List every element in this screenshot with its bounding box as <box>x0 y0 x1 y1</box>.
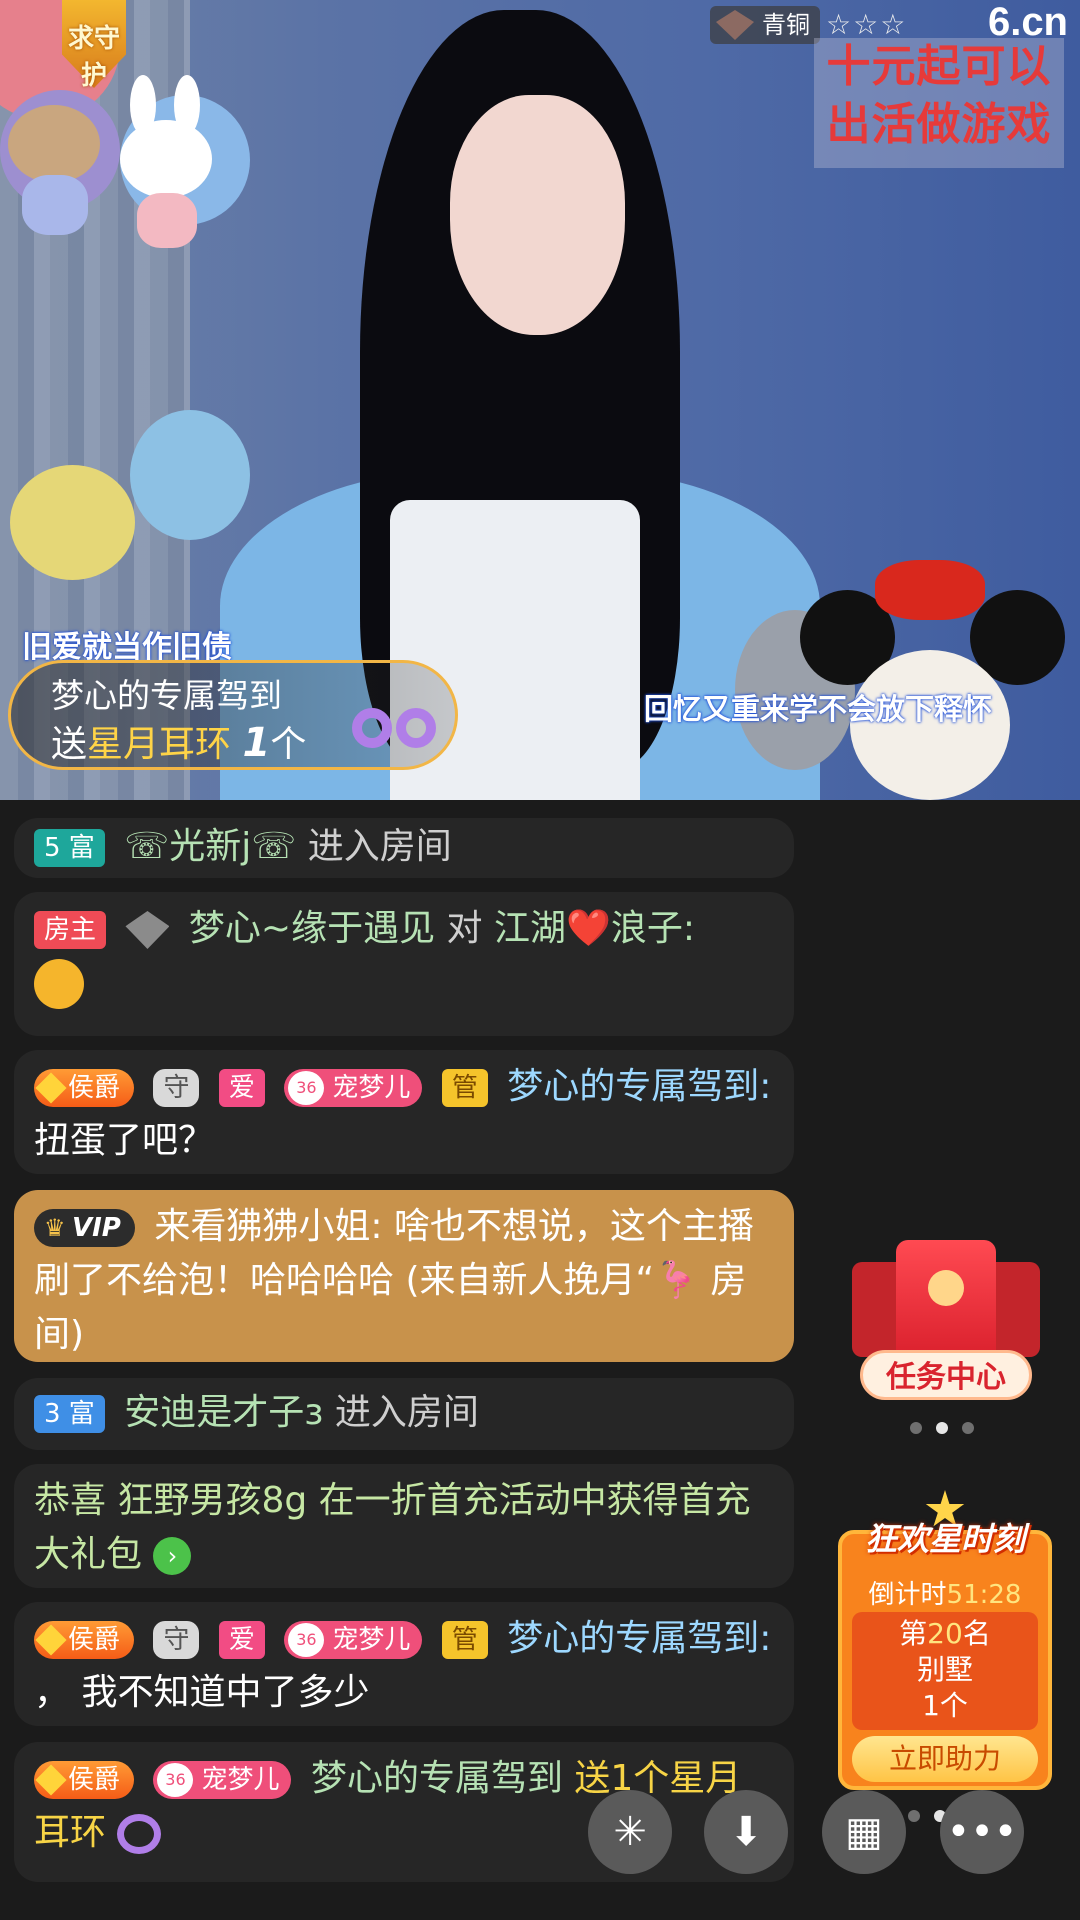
promo-line: 出活做游戏 <box>826 99 1052 150</box>
wealth-badge: 5 富 <box>34 829 105 867</box>
carnival-title: 狂欢星时刻 <box>864 1520 1025 1558</box>
download-icon[interactable]: ⬇ <box>704 1790 788 1874</box>
target-user-name[interactable]: 江湖❤️浪子: <box>494 908 695 949</box>
message-text: 恭喜 狂野男孩8g 在一折首充活动中获得首充大礼包 <box>34 1480 751 1575</box>
task-center-button[interactable]: 任务中心 <box>852 1232 1040 1402</box>
message-text: 进入房间 <box>334 1392 479 1433</box>
sparkle-icon[interactable]: ✳ <box>588 1790 672 1874</box>
gem-icon <box>716 10 754 40</box>
admin-badge: 管 <box>441 1069 488 1107</box>
anchor-level-tag[interactable]: 青铜 <box>710 6 820 44</box>
live-video[interactable]: 求守护 青铜 ☆☆☆ 6.cn 十元起可以 出活做游戏 旧爱就当作旧债 回忆又重… <box>0 0 1080 800</box>
promo-line: 十元起可以 <box>826 41 1052 92</box>
chat-message: 侯爵 守 爱 36 宠梦儿 管 梦心的专属驾到: ， 我不知道中了多少 <box>14 1602 794 1726</box>
level-label: 青铜 <box>762 11 810 39</box>
user-name[interactable]: 梦心的专属驾到: <box>507 1066 771 1107</box>
carnival-event-panel[interactable]: 狂欢星时刻 倒计时51:28 第20名 别墅 1个 立即助力 <box>838 1490 1052 1790</box>
user-name[interactable]: 梦心的专属驾到 <box>311 1758 563 1799</box>
prize-count: 1个 <box>922 1689 968 1722</box>
love-badge: 爱 <box>218 1069 265 1107</box>
gift-unit: 个 <box>270 724 307 765</box>
message-text: 进入房间 <box>307 826 452 867</box>
bear-plush <box>0 105 110 245</box>
user-name[interactable]: 安迪是才子ɜ <box>124 1392 323 1433</box>
earring-gift-icon <box>117 1814 162 1854</box>
user-name[interactable]: ☏光新j☏ <box>124 826 296 867</box>
message-text: 啥也不想说，这个主播刷了不给泡！哈哈哈哈 (来自新人挽月“🦩 房间) <box>34 1206 754 1355</box>
vip-badge: VIP <box>34 1209 135 1247</box>
level-stars: ☆☆☆ <box>826 8 908 41</box>
chat-message: 5 富 ☏光新j☏ 进入房间 <box>14 818 794 878</box>
duke-badge: 侯爵 <box>34 1069 135 1107</box>
wealth-badge: 3 富 <box>34 1395 105 1433</box>
prize-name: 别墅 <box>916 1653 973 1686</box>
fan-club-name: 宠梦儿 <box>332 1625 411 1655</box>
minnie-plush <box>780 560 1080 800</box>
carousel-dots <box>910 1422 974 1434</box>
chat-message-system: 恭喜 狂野男孩8g 在一折首充活动中获得首充大礼包 › <box>14 1464 794 1588</box>
message-text: 扭蛋了吧？ <box>34 1120 215 1161</box>
live-room: 求守护 青铜 ☆☆☆ 6.cn 十元起可以 出活做游戏 旧爱就当作旧债 回忆又重… <box>0 0 1080 1920</box>
chat-message: 3 富 安迪是才子ɜ 进入房间 <box>14 1378 794 1450</box>
more-icon[interactable]: ••• <box>940 1790 1024 1874</box>
admin-badge: 管 <box>441 1621 488 1659</box>
balloon-decoration <box>10 465 135 580</box>
user-name[interactable]: 梦心的专属驾到: <box>507 1618 771 1659</box>
guard-badge[interactable]: 求守护 <box>62 0 126 95</box>
chat-message: 侯爵 守 爱 36 宠梦儿 管 梦心的专属驾到: 扭蛋了吧？ <box>14 1050 794 1174</box>
yawn-emoji-icon <box>34 959 84 1009</box>
red-envelope-icon <box>896 1240 996 1365</box>
chat-message-vip: VIP 来看狒狒小姐: 啥也不想说，这个主播刷了不给泡！哈哈哈哈 (来自新人挽月… <box>14 1190 794 1362</box>
message-text: ， 我不知道中了多少 <box>34 1672 370 1713</box>
guard-badge-label: 求守护 <box>67 24 120 91</box>
fan-level: 36 <box>288 1623 325 1657</box>
user-name[interactable]: 梦心~缘于遇见 <box>189 908 435 949</box>
fan-level: 36 <box>288 1071 325 1105</box>
grid-icon[interactable]: ▦ <box>822 1790 906 1874</box>
gift-count: 1 <box>242 720 271 766</box>
fan-level: 36 <box>157 1763 194 1797</box>
promo-text-box: 十元起可以 出活做游戏 <box>814 38 1064 168</box>
fan-badge: 36 宠梦儿 <box>153 1761 292 1799</box>
gift-line: 送星月耳环 1个 <box>51 715 306 767</box>
chat-message: 侯爵 36 宠梦儿 梦心的专属驾到 送1个星月耳环 <box>14 1742 794 1882</box>
host-badge: 房主 <box>34 911 107 949</box>
countdown-value: 51:28 <box>946 1580 1022 1610</box>
task-center-label: 任务中心 <box>860 1350 1032 1400</box>
duke-badge: 侯爵 <box>34 1621 135 1659</box>
chat-message: 房主 梦心~缘于遇见 对 江湖❤️浪子: <box>14 892 794 1036</box>
fan-club-name: 宠梦儿 <box>332 1073 411 1103</box>
gift-sender: 梦心的专属驾到 <box>51 676 282 715</box>
fan-badge: 36 宠梦儿 <box>284 1069 423 1107</box>
chevron-right-icon[interactable]: › <box>153 1537 192 1575</box>
carnival-rank-box: 第20名 别墅 1个 <box>852 1612 1038 1730</box>
rank-value: 20 <box>927 1617 963 1650</box>
guard-badge: 守 <box>153 1069 200 1107</box>
fan-club-name: 宠梦儿 <box>201 1765 280 1795</box>
love-badge: 爱 <box>218 1621 265 1659</box>
fan-badge: 36 宠梦儿 <box>284 1621 423 1659</box>
message-connector: 对 <box>446 908 483 949</box>
gift-name: 星月耳环 <box>87 724 232 765</box>
earring-gift-icon <box>352 668 448 768</box>
duke-badge: 侯爵 <box>34 1761 135 1799</box>
boost-button[interactable]: 立即助力 <box>852 1736 1038 1782</box>
user-name[interactable]: 来看狒狒小姐: <box>154 1206 382 1247</box>
gift-send-word: 送 <box>51 724 88 765</box>
guard-badge: 守 <box>153 1621 200 1659</box>
carnival-countdown: 倒计时51:28 <box>868 1580 1022 1610</box>
gem-icon <box>125 911 170 949</box>
lyric-right: 回忆又重来学不会放下释怀 <box>644 692 993 726</box>
